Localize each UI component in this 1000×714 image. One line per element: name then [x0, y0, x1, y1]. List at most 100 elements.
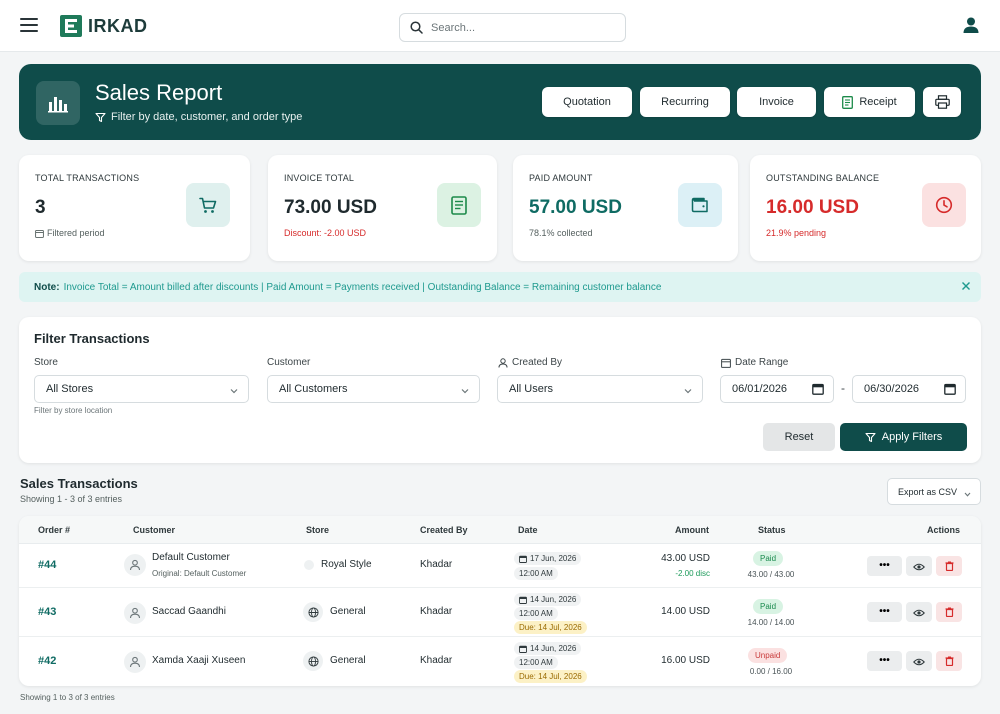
- brand-logo[interactable]: IRKAD: [60, 15, 148, 37]
- more-icon: •••: [879, 560, 890, 571]
- column-header-store[interactable]: Store: [306, 525, 329, 535]
- receipt-icon: [842, 95, 854, 109]
- menu-icon[interactable]: [20, 18, 38, 34]
- store-select[interactable]: All Stores: [34, 375, 249, 403]
- transactions-table: Order # Customer Store Created By Date A…: [19, 516, 981, 686]
- filter-icon: [865, 432, 876, 443]
- quotation-button-label: Quotation: [563, 96, 611, 108]
- delete-button[interactable]: [936, 602, 962, 622]
- date-pill: 14 Jun, 2026: [514, 642, 582, 655]
- brand-name: IRKAD: [88, 15, 148, 36]
- date-to-input[interactable]: 06/30/2026: [852, 375, 966, 403]
- close-icon[interactable]: [961, 281, 971, 294]
- column-header-order[interactable]: Order #: [38, 525, 70, 535]
- calendar-icon[interactable]: [812, 383, 824, 398]
- print-button[interactable]: [923, 87, 961, 117]
- table-row: #44 Default Customer Original: Default C…: [19, 544, 981, 588]
- date-from-value: 06/01/2026: [732, 383, 788, 395]
- calendar-icon[interactable]: [944, 383, 956, 398]
- apply-filters-button[interactable]: Apply Filters: [840, 423, 967, 451]
- view-button[interactable]: [906, 602, 932, 622]
- more-button[interactable]: •••: [867, 556, 902, 576]
- stat-label: TOTAL TRANSACTIONS: [35, 173, 140, 183]
- paid-ratio: 0.00 / 16.00: [749, 667, 793, 676]
- amount: 14.00 USD: [661, 606, 710, 617]
- store-select-value: All Stores: [46, 383, 94, 395]
- stat-sub: 78.1% collected: [529, 228, 593, 238]
- column-header-status[interactable]: Status: [758, 525, 786, 535]
- globe-icon: [303, 602, 323, 622]
- table-header: Order # Customer Store Created By Date A…: [19, 516, 981, 544]
- recurring-button[interactable]: Recurring: [640, 87, 730, 117]
- trash-icon: [945, 654, 954, 669]
- column-header-customer[interactable]: Customer: [133, 525, 175, 535]
- invoice-button[interactable]: Invoice: [737, 87, 816, 117]
- calendar-icon: [35, 229, 44, 238]
- status-badge: Paid: [753, 599, 784, 614]
- stat-card-paid-amount: PAID AMOUNT 57.00 USD 78.1% collected: [513, 155, 738, 261]
- customer-name: Default Customer: [152, 552, 230, 563]
- column-header-created-by[interactable]: Created By: [420, 525, 468, 535]
- wallet-icon: [678, 183, 722, 227]
- export-csv-button[interactable]: Export as CSV: [887, 478, 981, 505]
- store-name: General: [330, 655, 366, 666]
- created-by-label: Created By: [498, 357, 562, 368]
- due-date-pill: Due: 14 Jul, 2026: [514, 621, 587, 634]
- calendar-icon: [721, 358, 731, 368]
- store-name: General: [330, 606, 366, 617]
- view-button[interactable]: [906, 651, 932, 671]
- more-icon: •••: [879, 655, 890, 666]
- customer-select[interactable]: All Customers: [267, 375, 480, 403]
- avatar: [124, 651, 146, 673]
- reset-button[interactable]: Reset: [763, 423, 835, 451]
- column-header-date[interactable]: Date: [518, 525, 538, 535]
- stat-value: 73.00 USD: [284, 197, 377, 218]
- date-text: 14 Jun, 2026: [530, 595, 577, 604]
- created-by: Khadar: [420, 655, 453, 666]
- chevron-down-icon: [230, 385, 238, 397]
- stat-sub-text: Filtered period: [47, 228, 105, 238]
- invoice-button-label: Invoice: [759, 96, 794, 108]
- store-label: Store: [34, 357, 58, 368]
- print-icon: [934, 95, 950, 109]
- calendar-icon: [519, 645, 527, 653]
- quotation-button[interactable]: Quotation: [542, 87, 632, 117]
- column-header-amount[interactable]: Amount: [675, 525, 709, 535]
- status-badge: Unpaid: [748, 648, 788, 663]
- trash-icon: [945, 605, 954, 620]
- page-subtitle: Filter by date, customer, and order type: [95, 111, 302, 123]
- delete-button[interactable]: [936, 651, 962, 671]
- store-hint: Filter by store location: [34, 406, 113, 415]
- delete-button[interactable]: [936, 556, 962, 576]
- date-range-label: Date Range: [721, 357, 788, 368]
- chevron-down-icon: [964, 489, 971, 499]
- search-icon: [410, 21, 423, 34]
- customer-label: Customer: [267, 357, 311, 368]
- date-pill: 17 Jun, 2026: [514, 552, 582, 565]
- eye-icon: [913, 559, 925, 574]
- paid-ratio: 43.00 / 43.00: [747, 570, 795, 579]
- paid-ratio: 14.00 / 14.00: [747, 618, 795, 627]
- view-button[interactable]: [906, 556, 932, 576]
- more-button[interactable]: •••: [867, 651, 902, 671]
- more-button[interactable]: •••: [867, 602, 902, 622]
- search-input[interactable]: [431, 21, 611, 34]
- order-link[interactable]: #42: [38, 655, 56, 667]
- due-date-pill: Due: 14 Jul, 2026: [514, 670, 587, 683]
- user-icon[interactable]: [962, 16, 980, 37]
- avatar: [124, 554, 146, 576]
- search-box[interactable]: [399, 13, 626, 42]
- order-link[interactable]: #44: [38, 559, 56, 571]
- filter-panel: Filter Transactions Store All Stores Fil…: [19, 317, 981, 463]
- document-icon: [437, 183, 481, 227]
- filter-icon: [95, 112, 106, 123]
- info-note: Note: Invoice Total = Amount billed afte…: [19, 272, 981, 302]
- created-by-select[interactable]: All Users: [497, 375, 703, 403]
- receipt-button[interactable]: Receipt: [824, 87, 915, 117]
- cart-icon: [186, 183, 230, 227]
- date-from-input[interactable]: 06/01/2026: [720, 375, 834, 403]
- customer-select-value: All Customers: [279, 383, 348, 395]
- order-link[interactable]: #43: [38, 606, 56, 618]
- chevron-down-icon: [684, 385, 692, 397]
- stat-label: OUTSTANDING BALANCE: [766, 173, 880, 183]
